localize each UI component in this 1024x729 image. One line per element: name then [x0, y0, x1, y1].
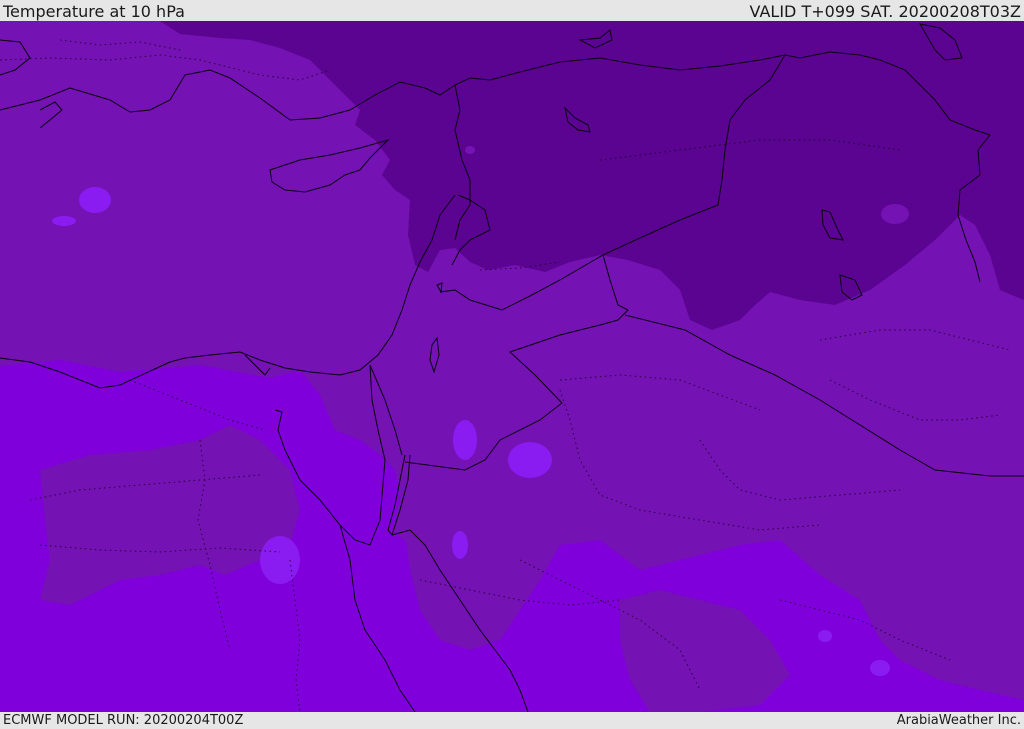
zone-mid-blob-b: [465, 146, 475, 154]
zone-mid-blob-a: [881, 204, 909, 224]
zone-lightest-blob-3: [260, 536, 300, 584]
zone-lightest-blob-2: [52, 216, 76, 226]
zone-lightest-blob-7: [818, 630, 832, 642]
zone-lightest-blob-5: [508, 442, 552, 478]
zone-lightest-blob-4: [453, 420, 477, 460]
zone-lightest-blob-1: [79, 187, 111, 213]
credit: ArabiaWeather Inc.: [896, 713, 1021, 728]
zone-lightest-blob-6: [870, 660, 890, 676]
header-bar: Temperature at 10 hPa VALID T+099 SAT. 2…: [0, 0, 1024, 21]
map-canvas: [0, 21, 1024, 712]
zone-lightest-blob-8: [452, 531, 468, 559]
model-run: ECMWF MODEL RUN: 20200204T00Z: [3, 713, 244, 728]
footer-bar: ECMWF MODEL RUN: 20200204T00Z ArabiaWeat…: [0, 712, 1024, 729]
weather-map[interactable]: [0, 21, 1024, 712]
